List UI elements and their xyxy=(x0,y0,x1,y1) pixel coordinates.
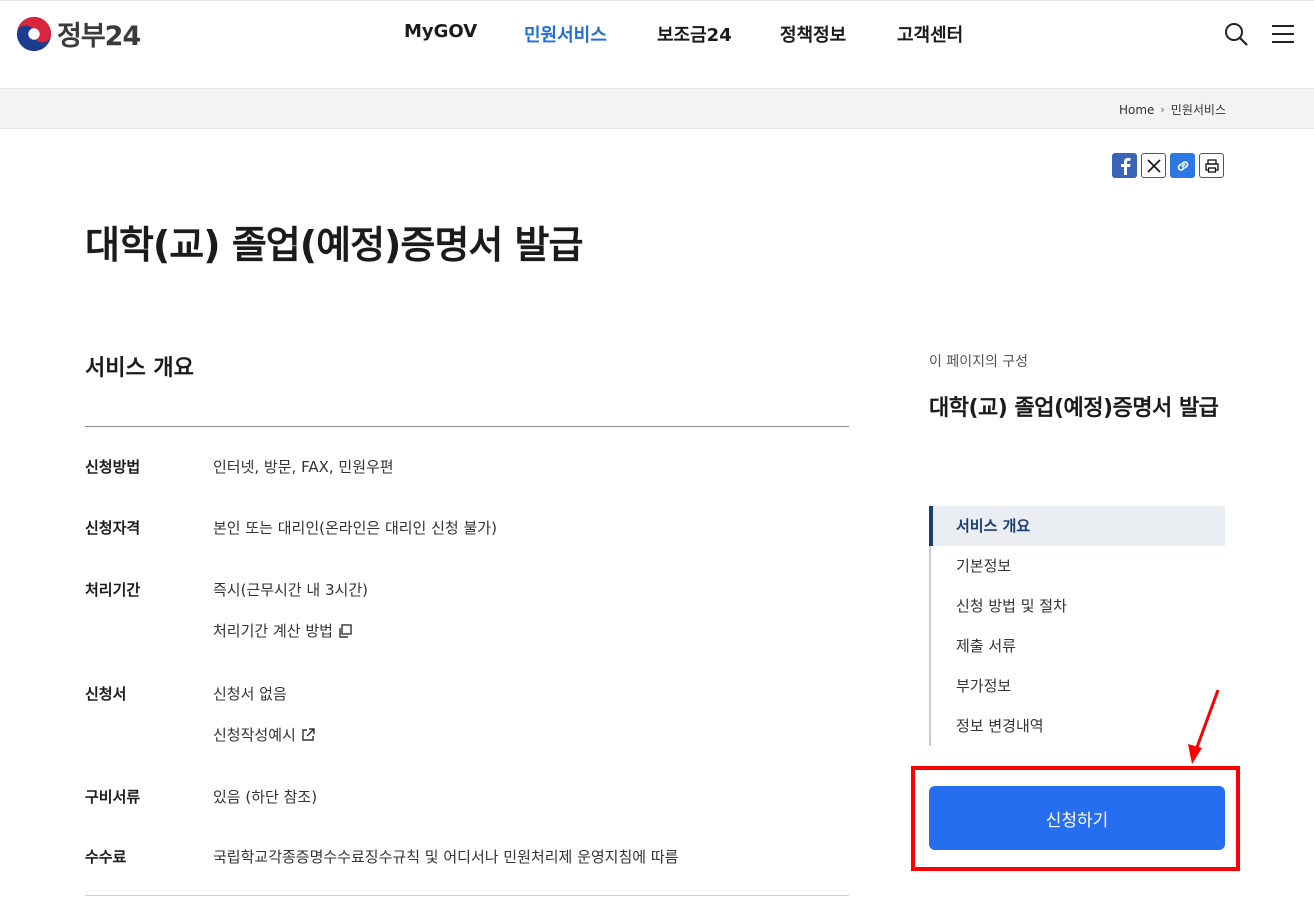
link-icon[interactable] xyxy=(1170,153,1195,178)
row-label-processing-time: 처리기간 xyxy=(85,581,141,599)
breadcrumb: Home › 민원서비스 xyxy=(1119,101,1226,118)
side-item-basic-info[interactable]: 기본정보 xyxy=(931,546,1225,586)
nav-item-mygov[interactable]: MyGOV xyxy=(404,21,477,42)
side-title: 대학(교) 졸업(예정)증명서 발급 xyxy=(929,396,1219,421)
side-item-documents[interactable]: 제출 서류 xyxy=(931,626,1225,666)
x-icon[interactable] xyxy=(1141,153,1166,178)
processing-time-calc-label: 처리기간 계산 방법 xyxy=(213,622,333,640)
site-header: 정부24 MyGOV 민원서비스 보조금24 정책정보 고객센터 xyxy=(0,0,1314,88)
nav-item-subsidy24[interactable]: 보조금24 xyxy=(657,21,732,47)
search-icon[interactable] xyxy=(1223,21,1249,47)
menu-icon[interactable] xyxy=(1270,21,1296,47)
copy-icon xyxy=(337,623,353,639)
row-label-fee: 수수료 xyxy=(85,848,127,866)
divider xyxy=(85,426,849,427)
share-toolbar xyxy=(1112,153,1228,178)
chevron-right-icon: › xyxy=(1160,103,1165,116)
section-title-overview: 서비스 개요 xyxy=(85,356,194,381)
row-value-application-form: 신청서 없음 xyxy=(213,685,287,703)
arrow-annotation-icon xyxy=(1188,689,1220,764)
row-label-application-form: 신청서 xyxy=(85,685,127,703)
row-label-apply-method: 신청방법 xyxy=(85,458,141,476)
row-value-fee: 국립학교각종증명수수료징수규칙 및 어디서나 민원처리제 운영지침에 따름 xyxy=(213,848,679,866)
divider xyxy=(85,895,849,896)
row-label-required-docs: 구비서류 xyxy=(85,788,141,806)
highlight-box xyxy=(911,766,1240,871)
print-icon[interactable] xyxy=(1199,153,1224,178)
nav-item-civil-services[interactable]: 민원서비스 xyxy=(524,21,607,47)
nav-item-customer-center[interactable]: 고객센터 xyxy=(897,21,963,47)
breadcrumb-home[interactable]: Home xyxy=(1119,103,1154,117)
row-label-eligibility: 신청자격 xyxy=(85,519,141,537)
row-value-required-docs: 있음 (하단 참조) xyxy=(213,788,318,806)
side-caption: 이 페이지의 구성 xyxy=(929,354,1029,370)
facebook-icon[interactable] xyxy=(1112,153,1137,178)
row-value-processing-time: 즉시(근무시간 내 3시간) xyxy=(213,581,368,599)
side-item-procedure[interactable]: 신청 방법 및 절차 xyxy=(931,586,1225,626)
row-value-apply-method: 인터넷, 방문, FAX, 민원우편 xyxy=(213,458,394,476)
side-item-overview[interactable]: 서비스 개요 xyxy=(929,506,1225,546)
breadcrumb-current[interactable]: 민원서비스 xyxy=(1171,101,1226,118)
processing-time-calc-link[interactable]: 처리기간 계산 방법 xyxy=(213,620,353,641)
application-example-label: 신청작성예시 xyxy=(213,726,296,744)
page-title: 대학(교) 졸업(예정)증명서 발급 xyxy=(85,223,583,267)
row-value-eligibility: 본인 또는 대리인(온라인은 대리인 신청 불가) xyxy=(213,519,497,537)
breadcrumb-bar: Home › 민원서비스 xyxy=(0,88,1314,129)
main-nav: MyGOV 민원서비스 보조금24 정책정보 고객센터 xyxy=(0,21,1314,49)
nav-item-policy-info[interactable]: 정책정보 xyxy=(780,21,846,47)
external-link-icon xyxy=(300,727,316,743)
application-example-link[interactable]: 신청작성예시 xyxy=(213,724,316,745)
